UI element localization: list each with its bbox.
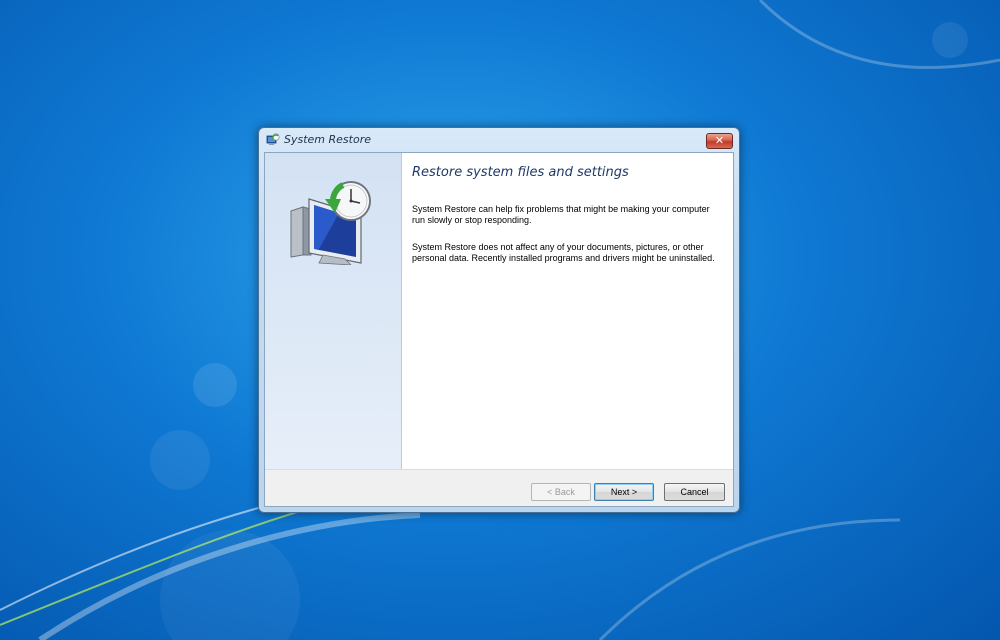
cancel-button[interactable]: Cancel (664, 483, 725, 501)
left-banner-pane (265, 153, 402, 469)
content-pane: Restore system files and settings System… (402, 153, 733, 469)
close-button[interactable]: ✕ (706, 133, 733, 149)
system-restore-window: System Restore ✕ Restore system files an… (258, 127, 740, 513)
description-paragraph-1: System Restore can help fix problems tha… (412, 204, 710, 225)
system-restore-icon (266, 133, 280, 145)
computer-restore-clock-icon (290, 181, 371, 265)
window-title: System Restore (284, 133, 371, 146)
next-button[interactable]: Next > (594, 483, 654, 501)
back-button[interactable]: < Back (531, 483, 591, 501)
dialog-client-area: Restore system files and settings System… (264, 152, 734, 507)
description-paragraph-2: System Restore does not affect any of yo… (412, 242, 715, 263)
page-heading: Restore system files and settings (412, 165, 629, 180)
button-bar: < Back Next > Cancel (265, 469, 733, 506)
title-bar[interactable]: System Restore ✕ (259, 128, 739, 152)
